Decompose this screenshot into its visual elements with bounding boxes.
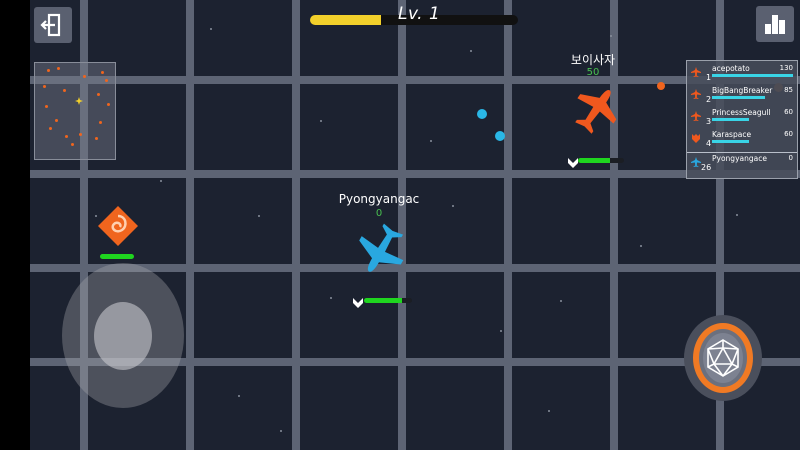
star: [548, 410, 550, 412]
star: [500, 330, 502, 332]
minimap-enemy-dot: [83, 75, 86, 78]
pickup-health-fill: [100, 254, 134, 259]
leaderboard-self-rank: 26: [701, 163, 712, 172]
orange-shield-ship-icon: [692, 134, 700, 143]
minimap-enemy-dot: [57, 67, 60, 70]
pickup-health-bar: [100, 254, 134, 259]
minimap-enemy-dot: [65, 135, 68, 138]
star: [470, 50, 472, 52]
leaderboard-rank: 1: [706, 73, 712, 82]
leaderboard-rank: 4: [706, 139, 712, 148]
joystick-thumb[interactable]: [94, 302, 152, 370]
d20-dice-icon: [707, 339, 739, 377]
player-health-bar: [364, 298, 412, 303]
star: [280, 430, 282, 432]
leaderboard-score: 60: [784, 130, 793, 138]
enemy-score: 50: [586, 67, 600, 78]
leaderboard-self-name: Pyongyangace: [712, 154, 767, 163]
player-plane-icon: [359, 223, 404, 272]
leaderboard-row: 2 BigBangBreaker 85: [687, 85, 797, 107]
minimap-enemy-dot: [43, 85, 46, 88]
enemy-plane-icon[interactable]: [572, 84, 620, 136]
enemy-name: 보이사자: [570, 53, 616, 67]
minimap-enemy-dot: [107, 103, 110, 106]
leaderboard-name: Karaspace: [712, 130, 752, 139]
star: [258, 215, 260, 217]
player-rank-chevron-icon: [353, 298, 363, 308]
enemy-health-fill: [578, 158, 611, 163]
bar-chart-icon: [765, 15, 785, 34]
player-score: 0: [375, 208, 383, 219]
star: [160, 180, 162, 182]
star: [320, 120, 322, 122]
star: [330, 297, 332, 299]
leaderboard-row: 1 acepotato 130: [687, 63, 797, 85]
minimap-enemy-dot: [101, 71, 104, 74]
leaderboard-self-row: 26 Pyongyangace 0: [687, 152, 797, 175]
minimap-enemy-dot: [71, 143, 74, 146]
exit-button[interactable]: [34, 7, 72, 43]
leaderboard-name: BigBangBreaker: [712, 86, 773, 95]
xp-bar-fill: [310, 15, 381, 25]
leaderboard-score-bar: [712, 140, 750, 143]
minimap-enemy-dot: [95, 137, 98, 140]
leaderboard-rank: 2: [706, 95, 712, 104]
orange-plane-icon: [691, 111, 701, 121]
energy-orb: [495, 131, 505, 141]
game-viewport[interactable]: Lv. 1 보이사자 50 Pyongyangac 0 1 acepotato …: [0, 0, 800, 450]
level-label: Lv. 1: [398, 4, 441, 24]
star: [560, 300, 562, 302]
leaderboard-panel: 1 acepotato 130 2 BigBangBreaker 85 3 Pr…: [686, 60, 798, 179]
orange-plane-icon: [691, 67, 701, 77]
minimap-enemy-dot: [49, 127, 52, 130]
leaderboard-score-bar: [712, 74, 793, 77]
leaderboard-score: 85: [784, 86, 793, 94]
leaderboard-toggle-button[interactable]: [756, 6, 794, 42]
minimap-enemy-dot: [97, 93, 100, 96]
star: [430, 140, 432, 142]
minimap-enemy-dot: [63, 89, 66, 92]
star: [640, 245, 642, 247]
exit-door-icon: [40, 13, 61, 37]
star: [610, 35, 612, 37]
leaderboard-name: acepotato: [712, 64, 750, 73]
energy-orb: [657, 82, 665, 90]
leaderboard-rank: 3: [706, 117, 712, 126]
leaderboard-score-bar: [712, 96, 765, 99]
enemy-health-bar: [578, 158, 624, 163]
leaderboard-name: PrincessSeagull: [712, 108, 771, 117]
leaderboard-score-bar: [712, 118, 750, 121]
minimap-enemy-dot: [55, 119, 58, 122]
minimap-enemy-dot: [47, 69, 50, 72]
star: [210, 28, 212, 30]
star: [736, 214, 738, 216]
leaderboard-row: 3 PrincessSeagull 60: [687, 107, 797, 129]
star: [238, 395, 240, 397]
player-health-fill: [364, 298, 403, 303]
minimap-enemy-dot: [79, 133, 82, 136]
minimap-player-icon: [75, 97, 83, 105]
leaderboard-score: 130: [779, 64, 793, 72]
leaderboard-self-score: 0: [788, 154, 793, 162]
energy-orb: [477, 109, 487, 119]
minimap-enemy-dot: [99, 121, 102, 124]
player-name: Pyongyangac: [338, 192, 420, 206]
minimap-enemy-dot: [105, 79, 108, 82]
star: [452, 205, 454, 207]
orange-plane-icon: [691, 89, 701, 99]
leaderboard-score: 60: [784, 108, 793, 116]
spiral-powerup-icon[interactable]: [96, 204, 140, 248]
minimap: [34, 62, 116, 160]
leaderboard-row: 4 Karaspace 60: [687, 129, 797, 151]
minimap-enemy-dot: [45, 105, 48, 108]
